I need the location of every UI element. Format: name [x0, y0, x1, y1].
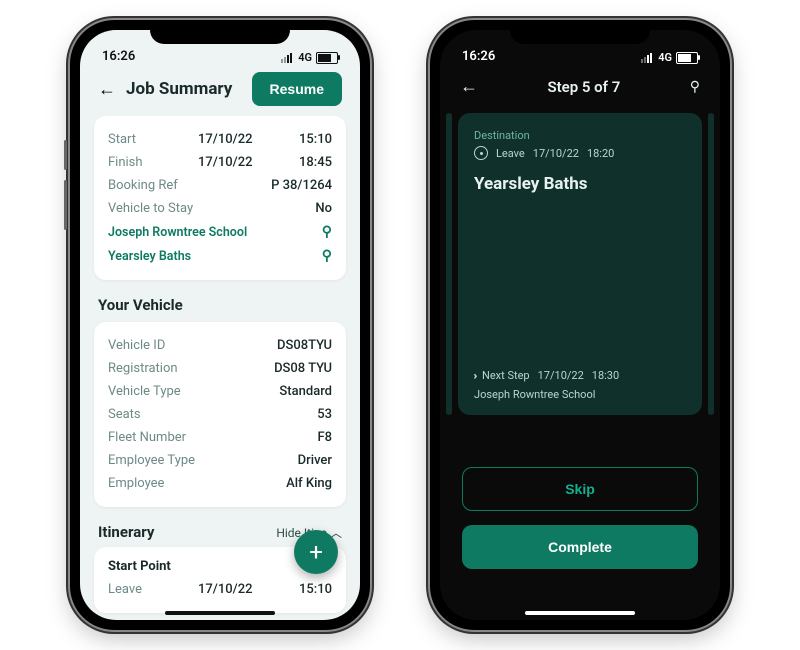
summary-card: Start17/10/2215:10 Finish17/10/2218:45 B…	[94, 116, 346, 280]
location-link-2[interactable]: Yearsley Baths⚲	[108, 244, 332, 268]
step-indicator: Step 5 of 7	[547, 78, 620, 96]
skip-button[interactable]: Skip	[462, 467, 698, 511]
signal-icon	[641, 53, 652, 63]
signal-icon	[281, 53, 292, 63]
page-title: Job Summary	[126, 79, 232, 99]
battery-icon	[316, 52, 338, 64]
phone-dark: 16:26 4G ← Step 5 of 7 ⚲ Destination Lea	[430, 20, 730, 630]
plus-icon: +	[309, 538, 323, 566]
vehicle-card: Vehicle IDDS08TYU RegistrationDS08 TYU V…	[94, 322, 346, 507]
notch	[150, 20, 290, 44]
destination-card[interactable]: Destination Leave 17/10/22 18:20 Yearsle…	[458, 113, 702, 415]
location-icon[interactable]: ⚲	[690, 79, 700, 95]
vehicle-section-title: Your Vehicle	[94, 292, 346, 322]
itinerary-title: Itinerary	[98, 523, 154, 541]
pin-icon: ⚲	[322, 224, 332, 240]
complete-button[interactable]: Complete	[462, 525, 698, 569]
home-indicator[interactable]	[525, 611, 635, 615]
target-icon	[474, 146, 488, 160]
back-arrow-icon[interactable]: ←	[460, 76, 478, 97]
pin-icon: ⚲	[322, 248, 332, 264]
status-time: 16:26	[102, 49, 135, 64]
network-label: 4G	[298, 51, 312, 64]
destination-name: Yearsley Baths	[474, 174, 686, 194]
location-link-1[interactable]: Joseph Rowntree School⚲	[108, 220, 332, 244]
next-place: Joseph Rowntree School	[474, 388, 686, 401]
destination-label: Destination	[474, 129, 686, 142]
resume-button[interactable]: Resume	[252, 72, 342, 106]
add-fab-button[interactable]: +	[294, 530, 338, 574]
battery-icon	[676, 52, 698, 64]
notch	[510, 20, 650, 44]
back-arrow-icon[interactable]: ←	[98, 79, 116, 100]
phone-light: 16:26 4G ← Job Summary Resume Start17/10…	[70, 20, 370, 630]
network-label: 4G	[658, 51, 672, 64]
status-time: 16:26	[462, 49, 495, 64]
home-indicator[interactable]	[165, 611, 275, 615]
